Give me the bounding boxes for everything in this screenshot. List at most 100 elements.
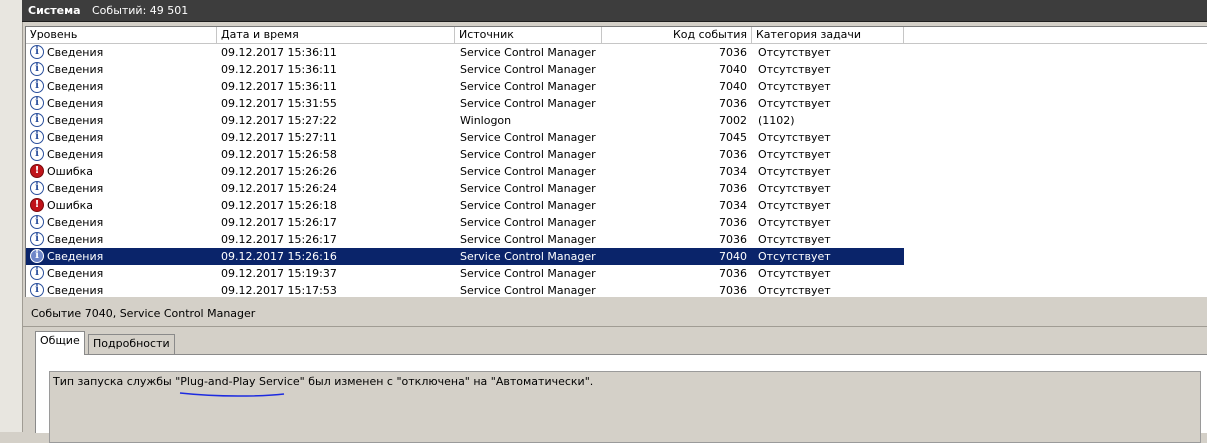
cell-source: Service Control Manager [460,97,596,110]
info-icon: i [30,45,44,59]
cell-event-id: 7036 [719,182,747,195]
cell-level: Ошибка [47,165,94,178]
cell-datetime: 09.12.2017 15:36:11 [221,46,337,59]
table-row[interactable]: i Сведения 09.12.2017 15:26:17 Service Cont… [26,231,904,248]
cell-event-id: 7045 [719,131,747,144]
log-name: Система [28,4,81,17]
event-detail-title: Событие 7040, Service Control Manager [31,307,256,320]
table-row[interactable]: i Сведения 09.12.2017 15:27:22 Winlogon 7002… [26,112,904,129]
cell-source: Service Control Manager [460,250,596,263]
cell-event-id: 7002 [719,114,747,127]
table-row[interactable]: ! Ошибка 09.12.2017 15:26:26 Service Contro… [26,163,904,180]
table-row[interactable]: i Сведения 09.12.2017 15:27:11 Service Cont… [26,129,904,146]
cell-datetime: 09.12.2017 15:17:53 [221,284,337,297]
event-message-box[interactable]: Тип запуска службы "Plug-and-Play Servic… [49,371,1201,443]
cell-source: Service Control Manager [460,131,596,144]
log-title-bar: Система Событий: 49 501 [22,0,1207,22]
table-row[interactable]: i Сведения 09.12.2017 15:26:24 Service Cont… [26,180,904,197]
cell-level: Сведения [47,80,104,93]
cell-task-category: (1102) [758,114,795,127]
column-datetime[interactable]: Дата и время [217,27,455,43]
table-row[interactable]: i Сведения 09.12.2017 15:36:11 Service Cont… [26,78,904,95]
column-event-id[interactable]: Код события [602,27,752,43]
cell-event-id: 7040 [719,63,747,76]
cell-source: Service Control Manager [460,182,596,195]
cell-event-id: 7036 [719,216,747,229]
info-icon: i [30,215,44,229]
cell-source: Service Control Manager [460,233,596,246]
table-row[interactable]: i Сведения 09.12.2017 15:26:17 Service Cont… [26,214,904,231]
table-row[interactable]: ! Ошибка 09.12.2017 15:26:18 Service Contro… [26,197,904,214]
cell-source: Service Control Manager [460,63,596,76]
table-row[interactable]: i Сведения 09.12.2017 15:19:37 Service Cont… [26,265,904,282]
tab-general[interactable]: Общие [35,331,85,355]
info-icon: i [30,113,44,127]
column-header: Уровень Дата и время Источник Код событи… [26,27,1207,44]
cell-datetime: 09.12.2017 15:26:18 [221,199,337,212]
cell-event-id: 7036 [719,46,747,59]
cell-task-category: Отсутствует [758,97,831,110]
cell-task-category: Отсутствует [758,148,831,161]
info-icon: i [30,283,44,297]
cell-event-id: 7036 [719,233,747,246]
left-pane-edge [0,0,23,432]
cell-event-id: 7034 [719,165,747,178]
cell-event-id: 7036 [719,97,747,110]
cell-source: Service Control Manager [460,267,596,280]
cell-source: Service Control Manager [460,148,596,161]
cell-datetime: 09.12.2017 15:19:37 [221,267,337,280]
info-icon: i [30,96,44,110]
table-row[interactable]: i Сведения 09.12.2017 15:17:53 Service Cont… [26,282,904,297]
column-source[interactable]: Источник [455,27,602,43]
error-icon: ! [30,164,44,178]
cell-task-category: Отсутствует [758,284,831,297]
cell-level: Сведения [47,46,104,59]
cell-datetime: 09.12.2017 15:26:17 [221,233,337,246]
cell-task-category: Отсутствует [758,216,831,229]
cell-level: Сведения [47,97,104,110]
cell-level: Сведения [47,148,104,161]
cell-source: Winlogon [460,114,512,127]
table-row[interactable]: i Сведения 09.12.2017 15:26:58 Service Cont… [26,146,904,163]
cell-level: Сведения [47,284,104,297]
info-icon: i [30,147,44,161]
tab-details[interactable]: Подробности [88,334,175,354]
cell-level: Сведения [47,250,104,263]
cell-datetime: 09.12.2017 15:26:17 [221,216,337,229]
column-level[interactable]: Уровень [26,27,217,43]
cell-event-id: 7036 [719,267,747,280]
info-icon: i [30,232,44,246]
cell-source: Service Control Manager [460,284,596,297]
cell-level: Сведения [47,63,104,76]
cell-datetime: 09.12.2017 15:27:22 [221,114,337,127]
cell-source: Service Control Manager [460,216,596,229]
cell-event-id: 7040 [719,80,747,93]
cell-event-id: 7036 [719,284,747,297]
cell-level: Сведения [47,114,104,127]
table-row[interactable]: i Сведения 09.12.2017 15:26:16 Service Cont… [26,248,904,265]
cell-datetime: 09.12.2017 15:26:26 [221,165,337,178]
info-icon: i [30,130,44,144]
cell-task-category: Отсутствует [758,199,831,212]
cell-datetime: 09.12.2017 15:26:58 [221,148,337,161]
column-task-category[interactable]: Категория задачи [752,27,904,43]
cell-task-category: Отсутствует [758,131,831,144]
cell-datetime: 09.12.2017 15:36:11 [221,80,337,93]
cell-task-category: Отсутствует [758,165,831,178]
events-list[interactable]: Уровень Дата и время Источник Код событи… [25,26,1207,297]
cell-level: Сведения [47,182,104,195]
table-row[interactable]: i Сведения 09.12.2017 15:36:11 Service Cont… [26,61,904,78]
event-count: Событий: 49 501 [92,4,189,17]
info-icon: i [30,266,44,280]
cell-task-category: Отсутствует [758,46,831,59]
info-icon: i [30,181,44,195]
table-row[interactable]: i Сведения 09.12.2017 15:36:11 Service Cont… [26,44,904,61]
table-row[interactable]: i Сведения 09.12.2017 15:31:55 Service Cont… [26,95,904,112]
cell-task-category: Отсутствует [758,250,831,263]
event-message: Тип запуска службы "Plug-and-Play Servic… [53,375,594,388]
handwritten-underline [179,392,285,397]
cell-task-category: Отсутствует [758,233,831,246]
info-icon: i [30,249,44,263]
cell-task-category: Отсутствует [758,267,831,280]
error-icon: ! [30,198,44,212]
